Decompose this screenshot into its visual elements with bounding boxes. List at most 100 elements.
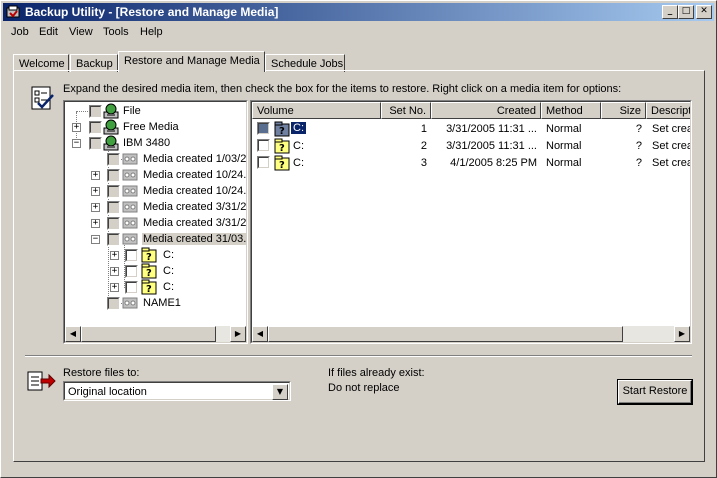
tree-checkbox[interactable] (107, 233, 120, 246)
tape-media-icon (122, 297, 138, 309)
tree-item[interactable]: NAME1 (65, 295, 246, 311)
tree-item[interactable]: + ? C: (65, 263, 246, 279)
tape-media-icon (122, 185, 138, 197)
backup-utility-window: Backup Utility - [Restore and Manage Med… (0, 0, 717, 478)
table-row[interactable]: ? C: 3 4/1/2005 8:25 PM Normal ? Set cre… (252, 155, 690, 171)
tree-checkbox[interactable] (125, 265, 138, 278)
backup-set-icon: ? (274, 155, 290, 171)
cell-volume: C: (291, 122, 306, 134)
menu-tools[interactable]: Tools (103, 26, 129, 38)
backup-set-list[interactable]: Volume Set No. Created Method Size Descr… (250, 100, 692, 344)
tree-item[interactable]: + Media created 10/24. (65, 183, 246, 199)
backup-set-icon: ? (274, 138, 290, 154)
tree-item[interactable]: File (65, 103, 246, 119)
tree-item-selected[interactable]: − Media created 31/03. (65, 231, 246, 247)
menu-job[interactable]: Job (11, 26, 29, 38)
tree-checkbox[interactable] (89, 105, 102, 118)
tree-item[interactable]: + Media created 3/31/2 (65, 199, 246, 215)
expand-icon[interactable]: + (110, 251, 119, 260)
arrow-right-icon: ▶ (678, 329, 686, 338)
tree-horizontal-scrollbar[interactable]: ◀ ▶ (65, 326, 246, 342)
tree-item[interactable]: + Media created 3/31/2 (65, 215, 246, 231)
scroll-thumb[interactable] (268, 326, 623, 342)
tree-item-label: Media created 1/03/2 (143, 153, 247, 165)
menu-view[interactable]: View (69, 26, 93, 38)
tree-checkbox[interactable] (107, 153, 120, 166)
cell-size: ? (635, 140, 642, 152)
cell-method: Normal (546, 157, 582, 169)
scroll-right-button[interactable]: ▶ (230, 326, 246, 342)
column-header-set-no[interactable]: Set No. (381, 102, 431, 119)
tree-checkbox[interactable] (89, 137, 102, 150)
restore-checklist-icon (31, 86, 54, 110)
close-icon: ✕ (700, 6, 708, 16)
tab-restore-and-manage-media[interactable]: Restore and Manage Media (118, 51, 265, 72)
minimize-button[interactable]: _ (662, 5, 678, 19)
restore-location-value: Original location (68, 386, 147, 398)
tree-item[interactable]: + ? C: (65, 279, 246, 295)
restore-destination-icon (27, 371, 56, 391)
expand-icon[interactable]: + (91, 171, 100, 180)
tree-checkbox[interactable] (107, 185, 120, 198)
tree-item[interactable]: Media created 1/03/2 (65, 151, 247, 167)
table-row-selected[interactable]: ? C: 1 3/31/2005 11:31 ... Normal ? Set … (252, 121, 690, 137)
tree-item-label: Media created 10/24. (143, 169, 247, 181)
backup-set-icon: ? (274, 121, 290, 137)
tree-checkbox[interactable] (107, 169, 120, 182)
restore-location-select[interactable]: Original location ▼ (63, 381, 291, 401)
cell-created: 4/1/2005 8:25 PM (450, 157, 537, 169)
tree-checkbox[interactable] (107, 297, 120, 310)
tree-checkbox[interactable] (107, 217, 120, 230)
column-header-size[interactable]: Size (601, 102, 646, 119)
tree-item[interactable]: − IBM 3480 (65, 135, 246, 151)
cell-created: 3/31/2005 11:31 ... (446, 140, 537, 152)
column-header-description[interactable]: Descripti (646, 102, 690, 119)
menu-help[interactable]: Help (140, 26, 163, 38)
collapse-icon[interactable]: − (72, 139, 81, 148)
table-row[interactable]: ? C: 2 3/31/2005 11:31 ... Normal ? Set … (252, 138, 690, 154)
close-button[interactable]: ✕ (696, 5, 712, 19)
column-header-method[interactable]: Method (541, 102, 601, 119)
column-header-created[interactable]: Created (431, 102, 541, 119)
row-checkbox[interactable] (257, 139, 270, 152)
cell-set-no: 1 (420, 123, 427, 135)
expand-icon[interactable]: + (72, 123, 81, 132)
backup-set-icon: ? (141, 247, 157, 263)
tree-checkbox[interactable] (125, 249, 138, 262)
maximize-button[interactable]: □ (678, 5, 694, 19)
if-files-exist-label: If files already exist: (328, 367, 425, 379)
scroll-thumb[interactable] (81, 326, 216, 342)
expand-icon[interactable]: + (91, 219, 100, 228)
tree-item[interactable]: + Media created 10/24. (65, 167, 247, 183)
expand-icon[interactable]: + (91, 187, 100, 196)
expand-icon[interactable]: + (91, 203, 100, 212)
tree-checkbox[interactable] (107, 201, 120, 214)
menu-edit[interactable]: Edit (39, 26, 58, 38)
expand-icon[interactable]: + (110, 283, 119, 292)
cell-size: ? (635, 157, 642, 169)
tree-checkbox[interactable] (125, 281, 138, 294)
scroll-right-button[interactable]: ▶ (674, 326, 690, 342)
cell-set-no: 2 (420, 140, 427, 152)
maximize-icon: □ (681, 6, 691, 16)
tree-checkbox[interactable] (89, 121, 102, 134)
column-header-volume[interactable]: Volume (252, 102, 381, 119)
dropdown-button[interactable]: ▼ (272, 384, 288, 400)
media-pool-icon (103, 103, 119, 119)
start-restore-button[interactable]: Start Restore (618, 380, 692, 404)
tree-item[interactable]: + ? C: (65, 247, 246, 263)
expand-icon[interactable]: + (110, 267, 119, 276)
tree-item-label: NAME1 (143, 297, 181, 309)
row-checkbox[interactable] (257, 122, 270, 135)
media-tree-content: File + Free Media − IBM 3480 Media creat… (64, 101, 247, 343)
tree-item[interactable]: + Free Media (65, 119, 246, 135)
svg-text:?: ? (146, 268, 152, 279)
collapse-icon[interactable]: − (91, 235, 100, 244)
if-files-exist-value: Do not replace (328, 382, 400, 394)
media-tree[interactable]: File + Free Media − IBM 3480 Media creat… (63, 100, 248, 344)
scroll-left-button[interactable]: ◀ (65, 326, 81, 342)
list-horizontal-scrollbar[interactable]: ◀ ▶ (252, 326, 690, 342)
row-checkbox[interactable] (257, 156, 270, 169)
title-bar[interactable]: Backup Utility - [Restore and Manage Med… (3, 3, 714, 21)
scroll-left-button[interactable]: ◀ (252, 326, 268, 342)
